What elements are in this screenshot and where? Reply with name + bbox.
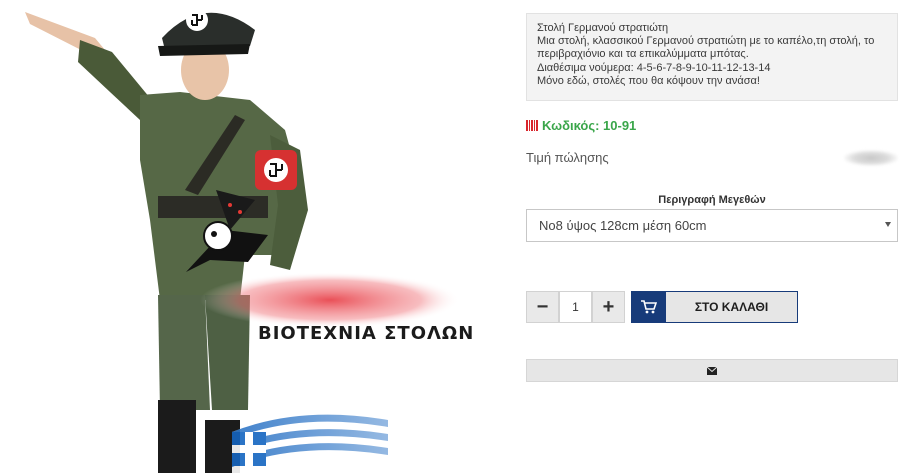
size-select-value: No8 ύψος 128cm μέση 60cm [539,218,707,233]
product-description: Στολή Γερμανού στρατιώτη Μια στολή, κλασ… [526,13,898,101]
costume-illustration [25,9,460,473]
quantity-increase-button[interactable]: + [592,291,625,323]
description-line: Μια στολή, κλασσικού Γερμανού στρατιώτη … [537,35,875,48]
price-row: Τιμή πώλησης [526,150,898,168]
size-select[interactable]: No8 ύψος 128cm μέση 60cm [526,209,898,242]
add-to-cart-label: ΣΤΟ ΚΑΛΑΘΙ [694,300,769,314]
description-line: Διαθέσιμα νούμερα: 4-5-6-7-8-9-10-11-12-… [537,61,771,74]
quantity-decrease-button[interactable]: − [526,291,559,323]
quantity-input[interactable] [559,291,592,323]
watermark-text: ΒΙΟΤΕΧΝΙΑ ΣΤΟΛΩΝ [258,323,475,344]
product-image: ΒΙΟΤΕΧΝΙΑ ΣΤΟΛΩΝ [0,0,500,473]
envelope-icon [706,362,718,380]
size-description-label: Περιγραφή Μεγεθών [658,194,766,206]
price-label: Τιμή πώλησης [526,150,609,165]
chevron-down-icon [885,222,891,227]
description-line: Στολή Γερμανού στρατιώτη [537,22,669,34]
price-value-blurred [844,150,898,166]
product-code: Κωδικός: 10-91 [526,118,636,133]
product-code-label: Κωδικός: 10-91 [542,118,637,133]
add-to-cart-button[interactable]: ΣΤΟ ΚΑΛΑΘΙ [631,291,798,323]
description-line: περιβραχιόνιο και τα επικαλύμματα μπότας… [537,48,749,61]
barcode-icon [526,119,539,132]
description-line: Μόνο εδώ, στολές που θα κόψουν την ανάσα… [537,74,760,87]
cart-icon [632,292,666,322]
email-button[interactable] [526,359,898,382]
